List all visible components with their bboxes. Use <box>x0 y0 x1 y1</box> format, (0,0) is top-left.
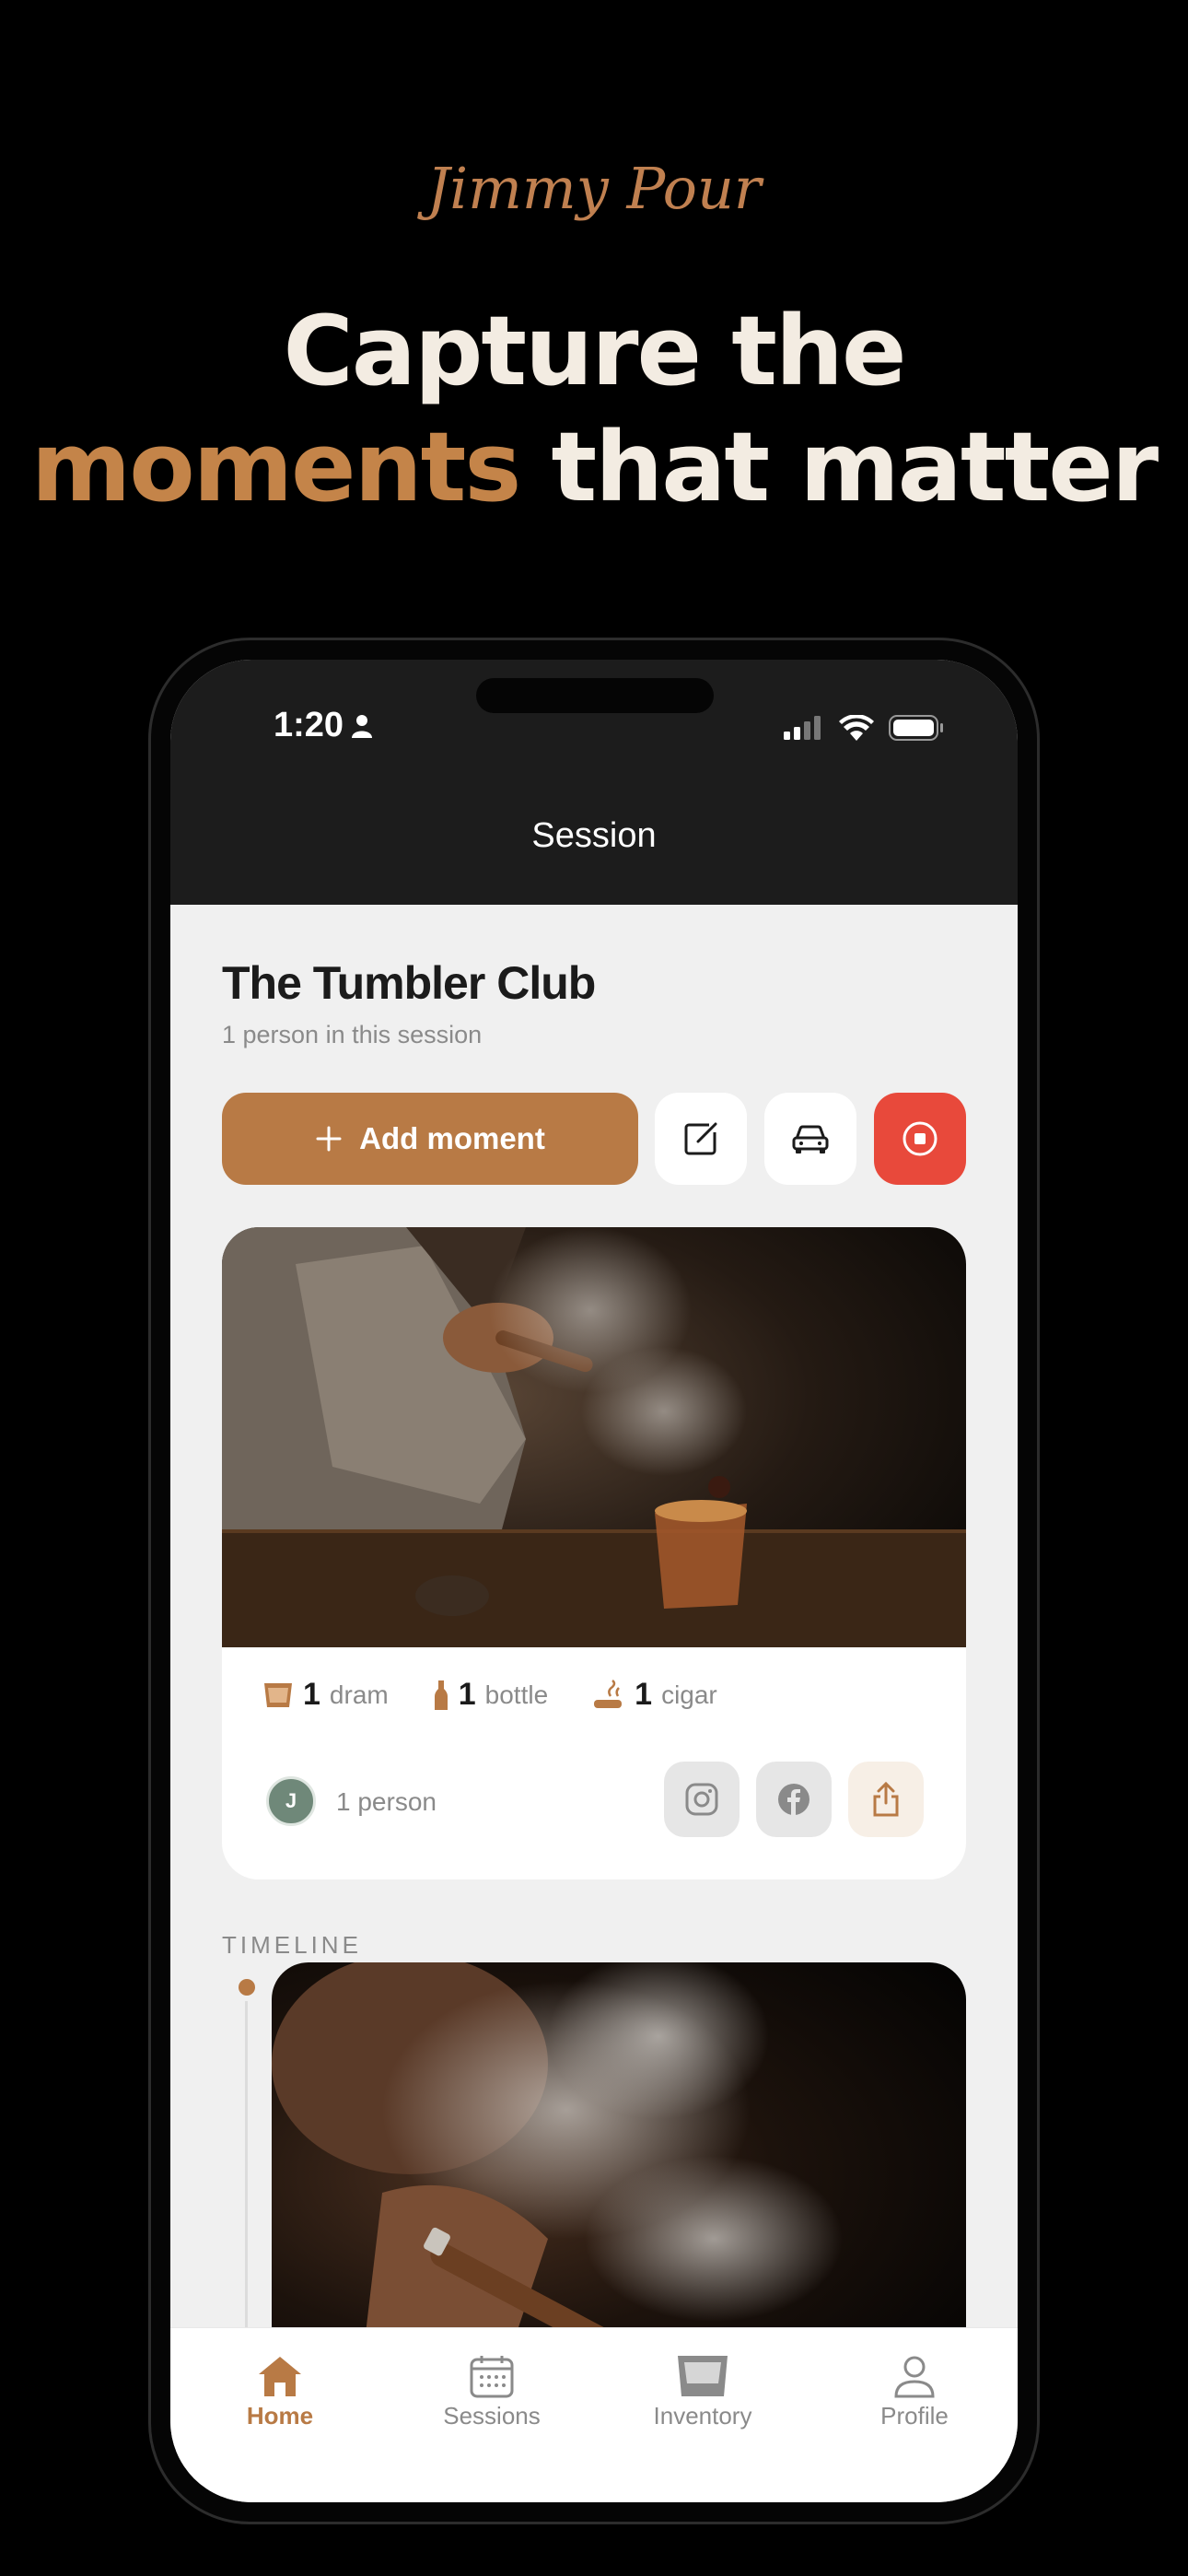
cigar-icon <box>594 1679 623 1708</box>
status-time-text: 1:20 <box>274 706 344 744</box>
signal-icon <box>784 716 821 740</box>
person-status-icon <box>352 714 373 738</box>
headline-accent: moments <box>30 411 521 523</box>
share-button[interactable] <box>848 1762 924 1837</box>
nav-title: Session <box>531 816 657 855</box>
session-subtitle: 1 person in this session <box>222 1021 483 1048</box>
cigar-scene-image <box>222 1227 966 1647</box>
stat-cigar-count: 1 <box>635 1677 653 1712</box>
tab-profile-label: Profile <box>880 2402 949 2430</box>
bottle-icon <box>434 1680 448 1710</box>
tab-inventory[interactable]: Inventory <box>629 2354 776 2430</box>
facebook-button[interactable] <box>756 1762 832 1837</box>
stop-icon <box>903 1121 938 1156</box>
stats-row: 1 dram 1 bottle 1 cigar <box>262 1677 717 1713</box>
tab-sessions[interactable]: Sessions <box>418 2354 565 2430</box>
top-bar: 1:20 Session <box>170 660 1018 905</box>
headline: Capture the moments that matter <box>0 293 1188 525</box>
battery-icon <box>889 715 943 741</box>
timeline-line <box>245 2001 248 2370</box>
instagram-icon <box>685 1783 718 1816</box>
headline-line2: moments that matter <box>0 409 1188 525</box>
stat-bottle-label: bottle <box>484 1680 549 1709</box>
edit-icon <box>684 1122 717 1155</box>
end-session-button[interactable] <box>874 1093 966 1185</box>
stat-bottle: 1 bottle <box>433 1677 548 1713</box>
stat-bottle-count: 1 <box>458 1677 476 1712</box>
cigar-smoke-image <box>272 1962 966 2349</box>
brand-name: Jimmy Pour <box>426 155 762 222</box>
tab-profile[interactable]: Profile <box>841 2354 988 2430</box>
wifi-icon <box>839 715 874 741</box>
tab-sessions-label: Sessions <box>443 2402 541 2430</box>
status-time: 1:20 <box>274 706 373 745</box>
stat-dram: 1 dram <box>262 1677 389 1713</box>
moment-card[interactable]: 1 dram 1 bottle 1 cigar J 1 person <box>222 1227 966 1879</box>
calendar-icon <box>470 2356 514 2398</box>
timeline-moment-photo[interactable] <box>272 1962 966 2349</box>
avatar[interactable]: J <box>266 1776 316 1826</box>
plus-icon <box>316 1126 342 1152</box>
dynamic-island <box>476 678 714 713</box>
people-count: 1 person <box>336 1787 437 1816</box>
tab-inventory-label: Inventory <box>653 2402 752 2430</box>
add-moment-button[interactable]: Add moment <box>222 1093 638 1185</box>
stat-dram-label: dram <box>329 1680 389 1709</box>
edit-button[interactable] <box>655 1093 747 1185</box>
tab-home-label: Home <box>246 2402 314 2430</box>
moment-photo[interactable] <box>222 1227 966 1647</box>
add-moment-label: Add moment <box>359 1121 545 1155</box>
facebook-icon <box>778 1784 809 1815</box>
tab-bar: Home Sessions Inventory Profile <box>170 2327 1018 2502</box>
home-icon <box>259 2357 301 2396</box>
tab-home[interactable]: Home <box>206 2354 354 2430</box>
share-icon <box>873 1781 899 1817</box>
glass-icon <box>678 2356 728 2396</box>
instagram-button[interactable] <box>664 1762 740 1837</box>
stat-cigar: 1 cigar <box>592 1677 717 1713</box>
app-screen: 1:20 Session The Tumbler Club 1 person i… <box>170 660 1018 2502</box>
ride-button[interactable] <box>764 1093 856 1185</box>
headline-rest: that matter <box>519 411 1159 523</box>
person-icon <box>894 2356 935 2398</box>
timeline-dot <box>239 1979 255 1996</box>
headline-line1: Capture the <box>283 295 906 407</box>
car-icon <box>792 1125 829 1153</box>
stat-dram-count: 1 <box>303 1677 320 1712</box>
glass-icon <box>264 1682 292 1707</box>
stat-cigar-label: cigar <box>661 1680 717 1709</box>
status-icons <box>784 715 944 741</box>
timeline-label: TIMELINE <box>222 1931 362 1959</box>
session-title: The Tumbler Club <box>222 957 596 1009</box>
